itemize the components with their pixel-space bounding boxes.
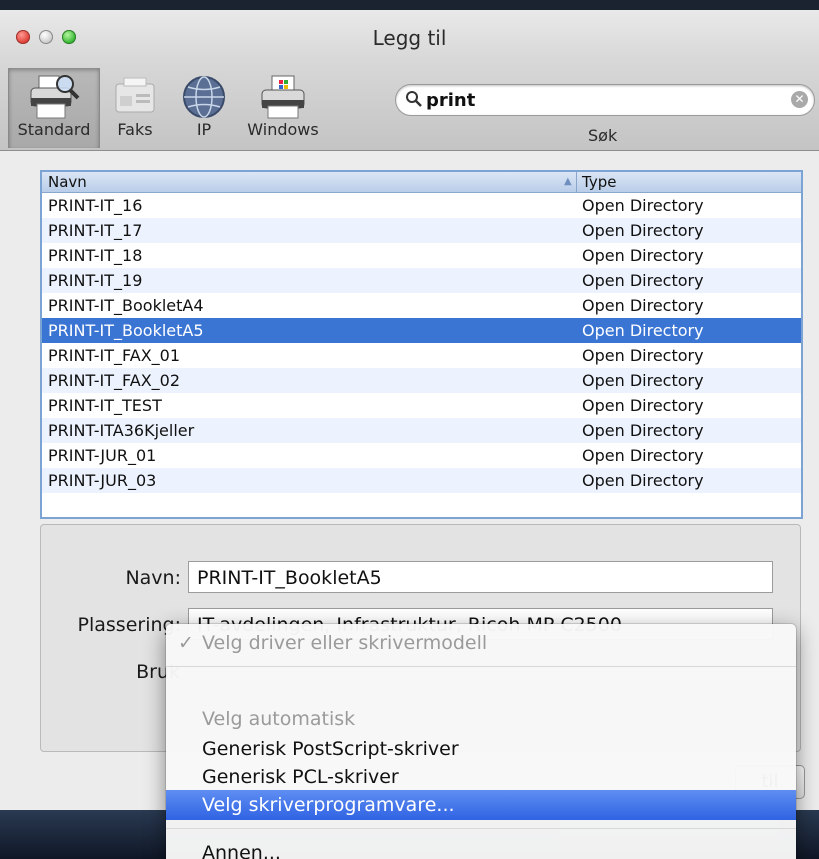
printer-row[interactable]: PRINT-JUR_01 Open Directory — [42, 443, 801, 468]
menu-item-label: Velg skriverprogramvare... — [202, 794, 455, 816]
printer-type: Open Directory — [582, 371, 704, 390]
name-label: Navn: — [125, 567, 181, 589]
menu-item-label: Velg driver eller skrivermodell — [202, 632, 488, 654]
menu-item-other[interactable]: Annen... — [166, 838, 766, 859]
printer-name: PRINT-IT_FAX_01 — [48, 346, 181, 365]
menu-separator — [166, 666, 796, 667]
toolbar-windows-label: Windows — [247, 120, 319, 139]
printer-row[interactable]: PRINT-IT_TEST Open Directory — [42, 393, 801, 418]
search-input[interactable] — [424, 88, 778, 112]
toolbar-standard-label: Standard — [17, 120, 91, 139]
fax-icon — [110, 74, 160, 124]
driver-popup-menu[interactable]: ✓ Velg driver eller skrivermodell Velg a… — [166, 624, 796, 859]
menu-item-label: Annen... — [202, 842, 281, 859]
clear-search-icon[interactable]: ✕ — [791, 91, 808, 108]
checkmark-icon: ✓ — [178, 632, 194, 654]
printer-name: PRINT-JUR_03 — [48, 471, 157, 490]
printer-row[interactable]: PRINT-ITA36Kjeller Open Directory — [42, 418, 801, 443]
menu-item-generic-pcl[interactable]: Generisk PCL-skriver — [166, 762, 766, 792]
location-label: Plassering: — [77, 614, 181, 636]
printer-list[interactable]: Navn ▲ Type PRINT-IT_16 Open Directory PR… — [40, 170, 803, 519]
windows-printer-icon — [258, 74, 308, 124]
toolbar-fax-label: Faks — [117, 120, 153, 139]
printer-search-icon — [27, 74, 81, 124]
menu-item-label: Generisk PCL-skriver — [202, 766, 399, 788]
printer-row[interactable]: PRINT-IT_19 Open Directory — [42, 268, 801, 293]
printer-type: Open Directory — [582, 221, 704, 240]
toolbar-standard-button[interactable]: Standard — [8, 68, 100, 148]
toolbar-ip-button[interactable]: IP — [172, 68, 236, 148]
column-divider — [576, 172, 577, 192]
column-header-type[interactable]: Type — [582, 173, 616, 191]
printer-type: Open Directory — [582, 346, 704, 365]
printer-type: Open Directory — [582, 471, 704, 490]
list-header: Navn ▲ Type — [42, 172, 801, 193]
column-header-name[interactable]: Navn — [48, 173, 87, 191]
printer-row-selected[interactable]: PRINT-IT_BookletA5 Open Directory — [42, 318, 801, 343]
menu-item-auto-select: Velg automatisk — [166, 704, 766, 734]
globe-icon — [180, 74, 228, 124]
search-field[interactable]: ✕ — [395, 84, 815, 116]
printer-name: PRINT-IT_BookletA4 — [48, 296, 204, 315]
printer-name: PRINT-IT_16 — [48, 196, 143, 215]
printer-name: PRINT-IT_FAX_02 — [48, 371, 181, 390]
printer-name: PRINT-JUR_01 — [48, 446, 157, 465]
search-icon — [405, 90, 423, 112]
sort-ascending-icon: ▲ — [564, 176, 572, 187]
list-rows: PRINT-IT_16 Open Directory PRINT-IT_17 Ope… — [42, 193, 801, 493]
menu-item-choose-software[interactable]: Velg skriverprogramvare... — [166, 790, 796, 820]
add-printer-window: Legg til Standard Faks IP Windows print … — [0, 10, 819, 859]
printer-name: PRINT-ITA36Kjeller — [48, 421, 195, 440]
printer-row[interactable]: PRINT-IT_FAX_02 Open Directory — [42, 368, 801, 393]
toolbar-windows-button[interactable]: Windows — [238, 68, 328, 148]
menu-item-label: Generisk PostScript-skriver — [202, 738, 459, 760]
printer-type: Open Directory — [582, 271, 704, 290]
printer-type: Open Directory — [582, 446, 704, 465]
name-field[interactable]: PRINT-IT_BookletA5 — [188, 561, 773, 593]
printer-type: Open Directory — [582, 296, 704, 315]
printer-row[interactable]: PRINT-IT_FAX_01 Open Directory — [42, 343, 801, 368]
printer-type: Open Directory — [582, 396, 704, 415]
toolbar-fax-button[interactable]: Faks — [100, 68, 170, 148]
printer-row[interactable]: PRINT-IT_BookletA4 Open Directory — [42, 293, 801, 318]
printer-row[interactable]: PRINT-IT_16 Open Directory — [42, 193, 801, 218]
printer-row[interactable]: PRINT-JUR_03 Open Directory — [42, 468, 801, 493]
printer-type: Open Directory — [582, 246, 704, 265]
printer-type: Open Directory — [582, 196, 704, 215]
printer-name: PRINT-IT_TEST — [48, 396, 162, 415]
printer-name: PRINT-IT_BookletA5 — [48, 321, 204, 340]
printer-row[interactable]: PRINT-IT_18 Open Directory — [42, 243, 801, 268]
menu-item-choose-driver: ✓ Velg driver eller skrivermodell — [166, 628, 766, 658]
printer-type: Open Directory — [582, 321, 704, 340]
printer-name: PRINT-IT_18 — [48, 246, 143, 265]
toolbar-area: Legg til Standard Faks IP Windows print … — [0, 10, 819, 151]
window-title: Legg til — [372, 26, 447, 50]
printer-name: PRINT-IT_17 — [48, 221, 143, 240]
printer-row[interactable]: PRINT-IT_17 Open Directory — [42, 218, 801, 243]
toolbar-ip-label: IP — [196, 120, 212, 139]
menu-item-label: Velg automatisk — [202, 708, 356, 730]
menu-item-generic-postscript[interactable]: Generisk PostScript-skriver — [166, 734, 766, 764]
printer-type: Open Directory — [582, 421, 704, 440]
menu-separator — [166, 828, 796, 829]
search-caption: Søk — [588, 126, 618, 145]
printer-name: PRINT-IT_19 — [48, 271, 143, 290]
